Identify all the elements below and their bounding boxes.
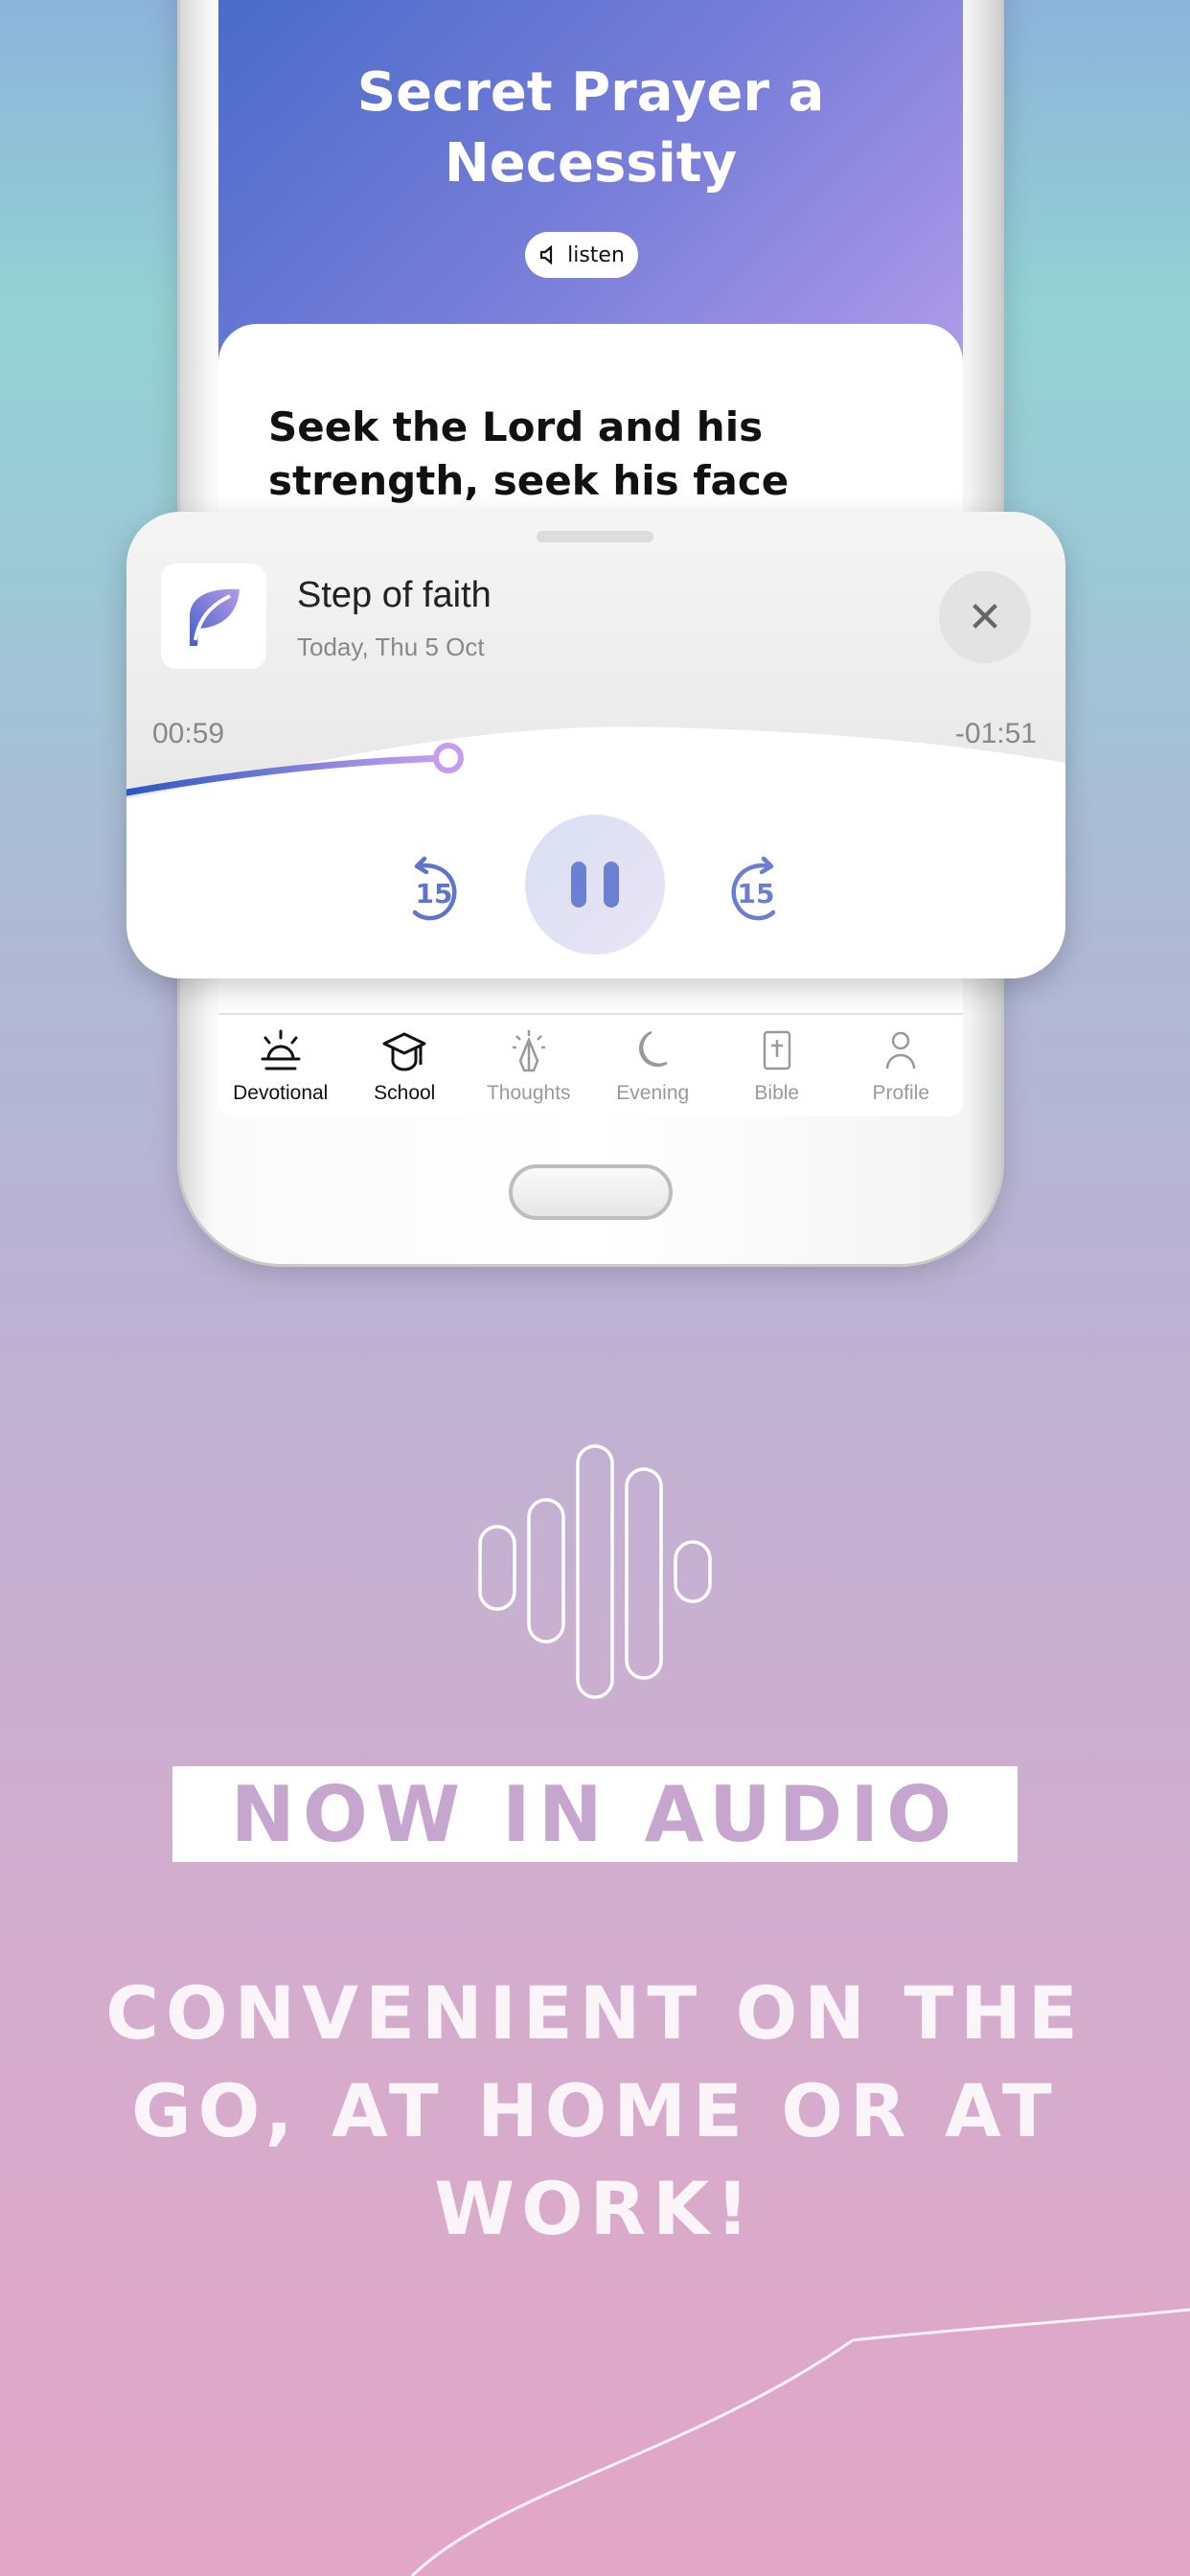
listen-label: listen [567,242,625,267]
skip-back-seconds: 15 [416,878,453,909]
tab-label: School [374,1082,436,1104]
speaker-icon [539,244,553,265]
bible-icon [763,1030,790,1070]
tab-school[interactable]: School [343,1015,468,1116]
listen-button[interactable]: listen [525,232,638,278]
tab-label: Thoughts [486,1082,571,1104]
tab-evening[interactable]: Evening [591,1015,716,1116]
sunrise-icon [261,1029,301,1070]
skip-back-15-button[interactable]: 15 [396,849,467,926]
bottom-tab-bar: Devotional School Thoughts Evening Bible… [218,1013,963,1116]
tab-profile[interactable]: Profile [839,1015,964,1116]
page-title: Secret Prayer a Necessity [356,61,825,195]
audio-player-card: Step of faith Today, Thu 5 Oct ✕ 00:59 -… [126,512,1065,978]
tab-devotional[interactable]: Devotional [218,1015,343,1116]
tab-bible[interactable]: Bible [715,1015,839,1116]
skip-forward-seconds: 15 [738,878,775,909]
promo-headline: CONVENIENT ON THE GO, AT HOME OR AT WORK… [105,1970,1085,2251]
pause-button[interactable] [525,815,665,954]
verse-text: Seek the Lord and his strength, seek his… [268,403,790,504]
audio-wave-icon [478,1444,712,1699]
tab-label: Profile [872,1082,930,1104]
person-icon [886,1031,916,1070]
decorative-curve [410,2308,1190,2576]
tab-thoughts[interactable]: Thoughts [467,1015,591,1116]
pause-icon [604,862,619,908]
devotional-header: Secret Prayer a Necessity listen [218,0,963,364]
tab-label: Evening [616,1082,690,1104]
tab-label: Devotional [233,1082,329,1104]
tab-label: Bible [754,1082,800,1104]
moon-icon [639,1030,668,1068]
skip-forward-15-button[interactable]: 15 [721,849,792,926]
home-button[interactable] [509,1164,673,1220]
now-in-audio-badge: NOW IN AUDIO [172,1766,1018,1862]
progress-knob[interactable] [433,743,464,773]
graduation-cap-icon [382,1032,426,1071]
pause-icon [571,862,586,908]
praying-hands-icon [512,1030,545,1072]
